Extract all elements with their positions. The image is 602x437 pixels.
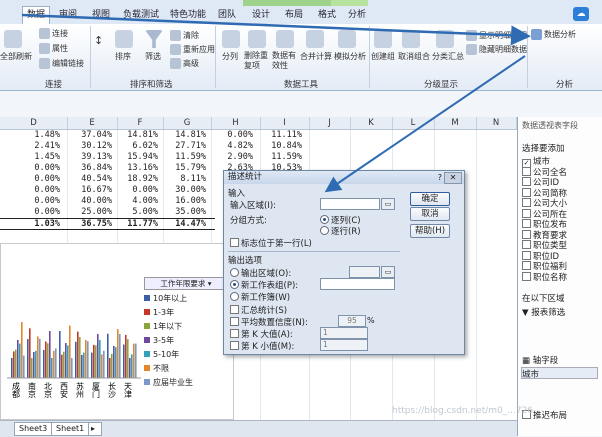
watermark: https://blog.csdn.net/m0_...726 — [392, 406, 534, 416]
annotation-arrows — [21, 13, 531, 193]
arrow-to-dialog — [324, 55, 526, 193]
arrow-to-data-analysis — [21, 13, 531, 46]
